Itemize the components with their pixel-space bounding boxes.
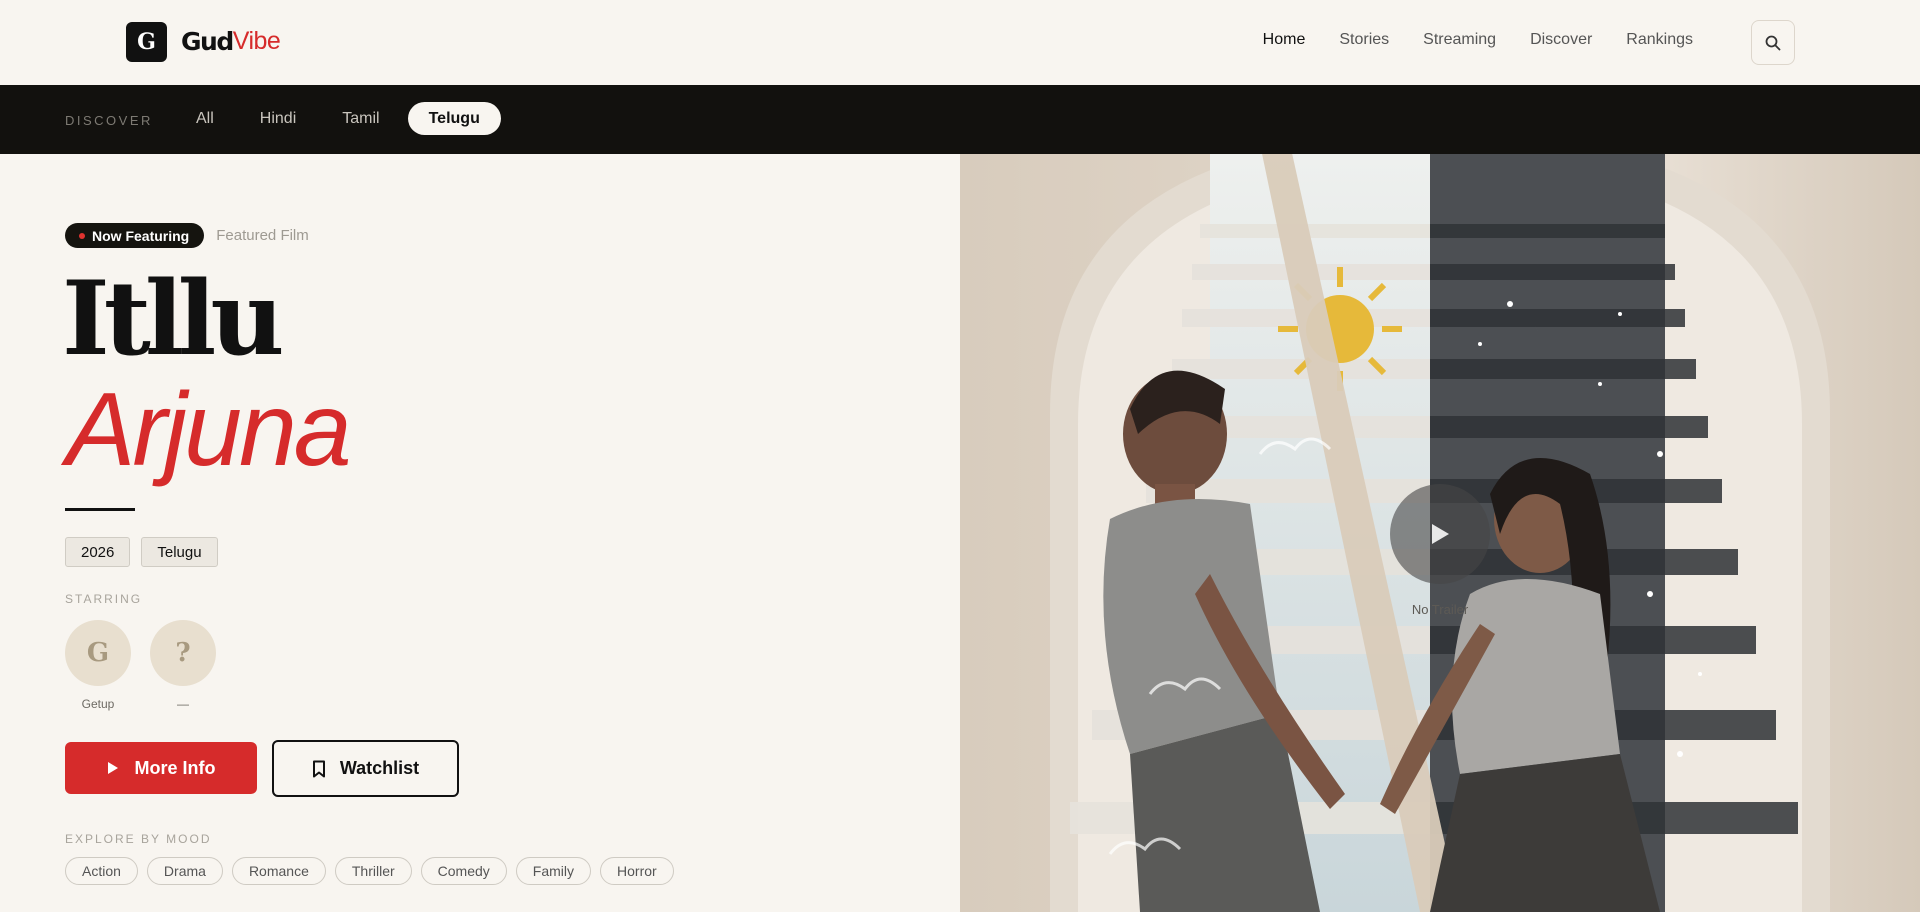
avatar: G bbox=[65, 620, 131, 686]
mood-label: EXPLORE BY MOOD bbox=[65, 832, 212, 846]
mood-chip-drama[interactable]: Drama bbox=[146, 857, 223, 885]
search-button[interactable] bbox=[1751, 20, 1795, 65]
brand-name-part2: Vibe bbox=[232, 27, 281, 55]
movie-title-line1: Itllu bbox=[62, 259, 284, 379]
top-header: G Gud Vibe Home Stories Streaming Discove… bbox=[0, 0, 1920, 85]
mood-chip-family[interactable]: Family bbox=[515, 857, 592, 885]
search-icon bbox=[1765, 35, 1781, 50]
cast-member[interactable]: G Getup bbox=[65, 620, 131, 711]
mood-chip-horror[interactable]: Horror bbox=[600, 857, 674, 885]
discover-bar: DISCOVER All Hindi Tamil Telugu bbox=[0, 85, 1920, 154]
bookmark-icon bbox=[312, 760, 325, 777]
more-info-label: More Info bbox=[134, 757, 216, 778]
cast-member[interactable]: ? — bbox=[150, 620, 216, 711]
nav-streaming[interactable]: Streaming bbox=[1423, 31, 1496, 49]
cast-name: — bbox=[177, 697, 189, 711]
watchlist-label: Watchlist bbox=[339, 758, 420, 778]
more-info-button[interactable]: More Info bbox=[65, 742, 257, 794]
starring-label: STARRING bbox=[65, 592, 143, 606]
play-icon bbox=[1432, 524, 1449, 544]
tab-telugu[interactable]: Telugu bbox=[407, 102, 501, 135]
tab-hindi[interactable]: Hindi bbox=[242, 102, 314, 135]
nav-rankings[interactable]: Rankings bbox=[1626, 31, 1693, 49]
discover-label: DISCOVER bbox=[65, 113, 153, 128]
logo-icon[interactable]: G bbox=[126, 22, 167, 62]
nav-home[interactable]: Home bbox=[1263, 31, 1306, 49]
nav-discover[interactable]: Discover bbox=[1530, 31, 1592, 49]
title-divider bbox=[65, 508, 135, 511]
movie-title-line2: Arjuna bbox=[66, 372, 352, 488]
featured-row: Now Featuring Featured Film bbox=[65, 223, 309, 248]
mood-chips: Action Drama Romance Thriller Comedy Fam… bbox=[65, 857, 674, 885]
cast-name: Getup bbox=[81, 697, 115, 711]
movie-tags: 2026 Telugu bbox=[65, 537, 218, 567]
play-trailer-button[interactable] bbox=[1390, 484, 1490, 584]
tab-all[interactable]: All bbox=[178, 102, 232, 135]
live-dot-icon bbox=[79, 232, 85, 239]
watchlist-button[interactable]: Watchlist bbox=[272, 740, 459, 797]
no-trailer-label: No Trailer bbox=[1411, 602, 1469, 617]
mood-chip-comedy[interactable]: Comedy bbox=[420, 857, 507, 885]
main-nav: Home Stories Streaming Discover Rankings bbox=[1263, 31, 1693, 49]
avatar: ? bbox=[150, 620, 216, 686]
featured-film-label: Featured Film bbox=[216, 227, 309, 244]
brand-name[interactable]: Gud Vibe bbox=[181, 27, 281, 56]
nav-stories[interactable]: Stories bbox=[1339, 31, 1389, 49]
now-featuring-label: Now Featuring bbox=[92, 227, 190, 244]
now-featuring-badge: Now Featuring bbox=[65, 223, 205, 248]
brand-name-part1: Gud bbox=[181, 27, 234, 56]
mood-chip-action[interactable]: Action bbox=[65, 857, 138, 885]
language-tabs: All Hindi Tamil Telugu bbox=[178, 102, 501, 135]
play-icon bbox=[107, 762, 118, 774]
tab-tamil[interactable]: Tamil bbox=[324, 102, 397, 135]
mood-chip-romance[interactable]: Romance bbox=[231, 857, 326, 885]
tag-year: 2026 bbox=[65, 537, 131, 567]
tag-language: Telugu bbox=[141, 537, 218, 567]
mood-chip-thriller[interactable]: Thriller bbox=[334, 857, 412, 885]
